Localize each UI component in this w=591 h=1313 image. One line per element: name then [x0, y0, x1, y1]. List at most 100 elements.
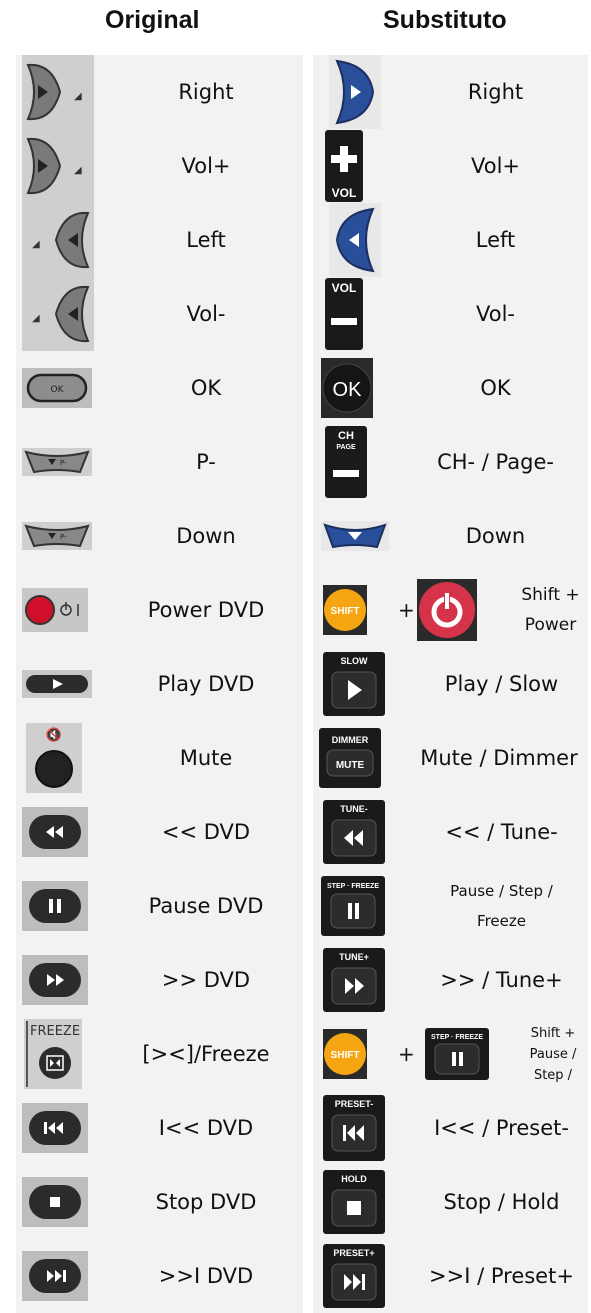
vol-plus-button-icon: VOL	[325, 130, 363, 202]
original-label: Down	[176, 524, 236, 548]
substitute-cell: SHIFT + Shift + Power	[313, 573, 588, 647]
freeze-button-icon: FREEZE	[24, 1019, 82, 1089]
tune-minus-text: TUNE-	[340, 804, 368, 814]
original-label: Pause DVD	[148, 894, 264, 918]
original-cell: Pause DVD	[16, 869, 303, 943]
substitute-label-line2: Freeze	[477, 912, 526, 930]
mapping-row: P- Down Down	[0, 499, 591, 573]
substitute-cell: DIMMER MUTE Mute / Dimmer	[313, 721, 588, 795]
blue-down-arrow-button-icon	[321, 521, 389, 551]
substitute-label-line1: Shift +	[521, 585, 580, 605]
substitute-label-line1: Pause / Step /	[450, 882, 553, 900]
original-label: I<< DVD	[158, 1116, 254, 1140]
original-cell: OK OK	[16, 351, 303, 425]
original-column-header: Original	[105, 6, 200, 34]
stop-hold-button-icon: HOLD	[323, 1170, 385, 1234]
mute-button-icon: 🔇	[26, 723, 82, 793]
stop-button-icon	[22, 1177, 88, 1227]
substitute-cell: PRESET+ >>I / Preset+	[313, 1239, 588, 1313]
freeze-text: FREEZE	[30, 1024, 80, 1039]
mapping-row: ◢ Right Right	[0, 55, 591, 129]
substitute-cell: CH PAGE CH- / Page-	[313, 425, 588, 499]
right-arrow-button-icon: ◢	[22, 129, 94, 203]
svg-text:◢: ◢	[32, 313, 40, 324]
original-cell: ◢ Vol+	[16, 129, 303, 203]
substitute-label: OK	[480, 376, 511, 400]
mapping-row: ◢ Vol+ VOL Vol+	[0, 129, 591, 203]
substitute-label: I<< / Preset-	[434, 1116, 569, 1140]
p-minus-button-icon: P-	[22, 522, 92, 550]
substitute-cell: SHIFT + STEP · FREEZE Shift + Pause / St…	[313, 1017, 588, 1091]
substitute-cell: OK OK	[313, 351, 588, 425]
hold-text: HOLD	[341, 1174, 367, 1184]
substitute-cell: PRESET- I<< / Preset-	[313, 1091, 588, 1165]
substitute-label: Right	[467, 80, 524, 104]
mapping-row: Stop DVD HOLD Stop / Hold	[0, 1165, 591, 1239]
substitute-cell: VOL Vol-	[313, 277, 588, 351]
tune-plus-text: TUNE+	[339, 952, 369, 962]
svg-text:◢: ◢	[74, 165, 82, 176]
play-slow-button-icon: SLOW	[323, 652, 385, 716]
original-cell: >>I DVD	[16, 1239, 303, 1313]
header: Original Substituto	[0, 0, 591, 50]
original-label: Left	[186, 228, 226, 252]
ok-round-button-icon: OK	[321, 358, 373, 418]
fast-forward-button-icon	[22, 955, 88, 1005]
skip-back-preset-button-icon: PRESET-	[323, 1095, 385, 1161]
original-label: Power DVD	[147, 598, 265, 622]
play-button-icon	[22, 670, 92, 698]
substitute-label-line3: Step /	[533, 1067, 573, 1083]
original-label: Mute	[179, 746, 233, 770]
substitute-label-line2: Power	[524, 615, 577, 635]
original-cell: Stop DVD	[16, 1165, 303, 1239]
substitute-label: >>I / Preset+	[429, 1264, 574, 1288]
original-cell: 🔇 Mute	[16, 721, 303, 795]
original-label: Stop DVD	[155, 1190, 257, 1214]
original-label: OK	[190, 376, 222, 400]
shift-button-icon: SHIFT	[323, 585, 367, 635]
substitute-cell: STEP · FREEZE Pause / Step / Freeze	[313, 869, 588, 943]
page-text: PAGE	[336, 444, 356, 451]
substitute-cell: HOLD Stop / Hold	[313, 1165, 588, 1239]
plus-sign: +	[398, 598, 415, 622]
rewind-tune-button-icon: TUNE-	[323, 800, 385, 864]
mapping-row: 🔇 Mute DIMMER MUTE Mute / Dimmer	[0, 721, 591, 795]
mapping-row: ◢ Left Left	[0, 203, 591, 277]
original-cell: ◢ Right	[16, 55, 303, 129]
substitute-label: Pause / Step / Freeze	[415, 869, 588, 943]
substitute-label: Play / Slow	[444, 672, 559, 696]
vol-minus-button-icon: VOL	[325, 278, 363, 350]
ok-button-icon: OK	[22, 368, 92, 408]
substitute-cell: Down	[313, 499, 588, 573]
svg-text:🔇: 🔇	[46, 727, 62, 743]
vol-text: VOL	[332, 186, 357, 200]
skip-back-button-icon	[22, 1103, 88, 1153]
substitute-label-line1: Shift +	[530, 1025, 576, 1041]
original-label: >> DVD	[161, 968, 251, 992]
original-cell: I<< DVD	[16, 1091, 303, 1165]
slow-text: SLOW	[341, 656, 369, 666]
shift-text: SHIFT	[331, 606, 360, 617]
ch-page-minus-button-icon: CH PAGE	[325, 426, 367, 498]
substitute-label: >> / Tune+	[440, 968, 563, 992]
substitute-cell: SLOW Play / Slow	[313, 647, 588, 721]
pause-step-freeze-button-icon: STEP · FREEZE	[425, 1028, 489, 1080]
substitute-label: Left	[475, 228, 516, 252]
substitute-label: Down	[465, 524, 526, 548]
power-button-icon	[417, 579, 477, 641]
rewind-button-icon	[22, 807, 88, 857]
ok-text: OK	[333, 379, 363, 401]
substitute-cell: TUNE- << / Tune-	[313, 795, 588, 869]
shift-text: SHIFT	[331, 1050, 360, 1061]
left-arrow-button-icon: ◢	[22, 203, 94, 277]
substitute-label-line2: Pause /	[529, 1046, 577, 1062]
original-label: Right	[178, 80, 234, 104]
original-cell: Play DVD	[16, 647, 303, 721]
ok-text: OK	[51, 385, 65, 395]
substitute-cell: Right	[313, 55, 588, 129]
mapping-row: P- P- CH PAGE CH- / Page-	[0, 425, 591, 499]
preset-plus-text: PRESET+	[333, 1248, 374, 1258]
original-label: Vol+	[181, 154, 231, 178]
substitute-cell: VOL Vol+	[313, 129, 588, 203]
original-cell: << DVD	[16, 795, 303, 869]
